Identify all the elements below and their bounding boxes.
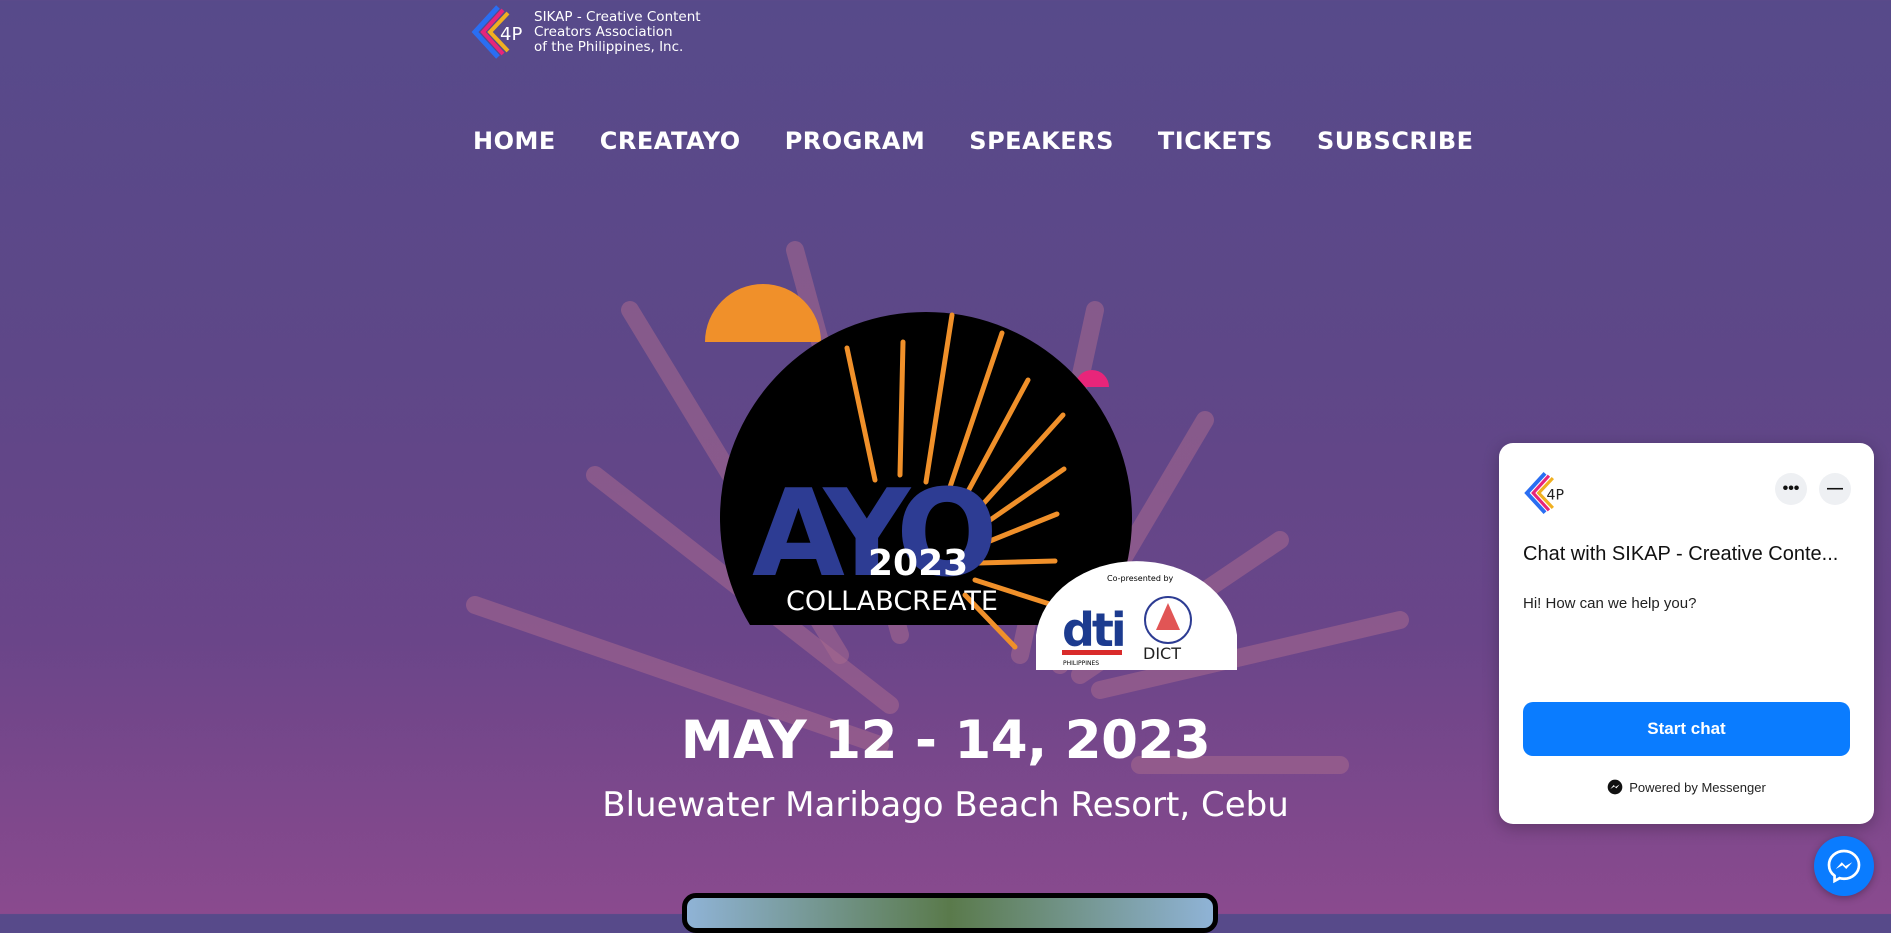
main-nav: HOME CREATAYO PROGRAM SPEAKERS TICKETS S… — [473, 127, 1518, 155]
nav-subscribe[interactable]: SUBSCRIBE — [1317, 127, 1474, 155]
brand-name[interactable]: SIKAP - Creative Content Creators Associ… — [534, 8, 701, 55]
start-chat-button[interactable]: Start chat — [1523, 702, 1850, 756]
messenger-icon — [1827, 849, 1861, 884]
messenger-small-icon — [1607, 779, 1623, 795]
brand-line-2: Creators Association — [534, 23, 673, 40]
dti-logo-sub: PHILIPPINES — [1063, 660, 1099, 667]
nav-tickets[interactable]: TICKETS — [1158, 127, 1273, 155]
dti-logo-stripe — [1062, 650, 1122, 655]
svg-text:4P: 4P — [1547, 487, 1565, 503]
powered-by-text: Powered by Messenger — [1629, 779, 1766, 795]
brand-line-1: SIKAP - Creative Content — [534, 8, 701, 25]
nav-createayo[interactable]: CREATAYO — [600, 127, 741, 155]
svg-text:4P: 4P — [500, 24, 522, 45]
chat-more-button[interactable]: ••• — [1775, 473, 1807, 505]
nav-home[interactable]: HOME — [473, 127, 556, 155]
dti-logo: dti — [1062, 603, 1124, 657]
powered-by: Powered by Messenger — [1499, 779, 1874, 795]
chat-greeting: Hi! How can we help you? — [1523, 595, 1697, 612]
sikap-logo-icon[interactable]: 4P — [470, 4, 526, 60]
chat-title: Chat with SIKAP - Creative Conte... — [1523, 543, 1839, 565]
chat-avatar-icon: 4P — [1524, 472, 1565, 514]
messenger-launcher-button[interactable] — [1814, 836, 1874, 896]
hero-subtitle: COLLABCREATE — [786, 586, 998, 617]
copresented-label: Co-presented by — [1107, 574, 1174, 583]
chat-minimize-button[interactable]: — — [1819, 473, 1851, 505]
nav-program[interactable]: PROGRAM — [785, 127, 926, 155]
hero-year: 2023 — [868, 543, 968, 584]
site-header: 4P SIKAP - Creative Content Creators Ass… — [470, 4, 701, 60]
venue-photo — [682, 893, 1218, 933]
nav-speakers[interactable]: SPEAKERS — [969, 127, 1114, 155]
messenger-chat-panel: 4P ••• — Chat with SIKAP - Creative Cont… — [1499, 443, 1874, 824]
dict-logo: DICT — [1143, 644, 1181, 663]
brand-line-3: of the Philippines, Inc. — [534, 38, 684, 55]
